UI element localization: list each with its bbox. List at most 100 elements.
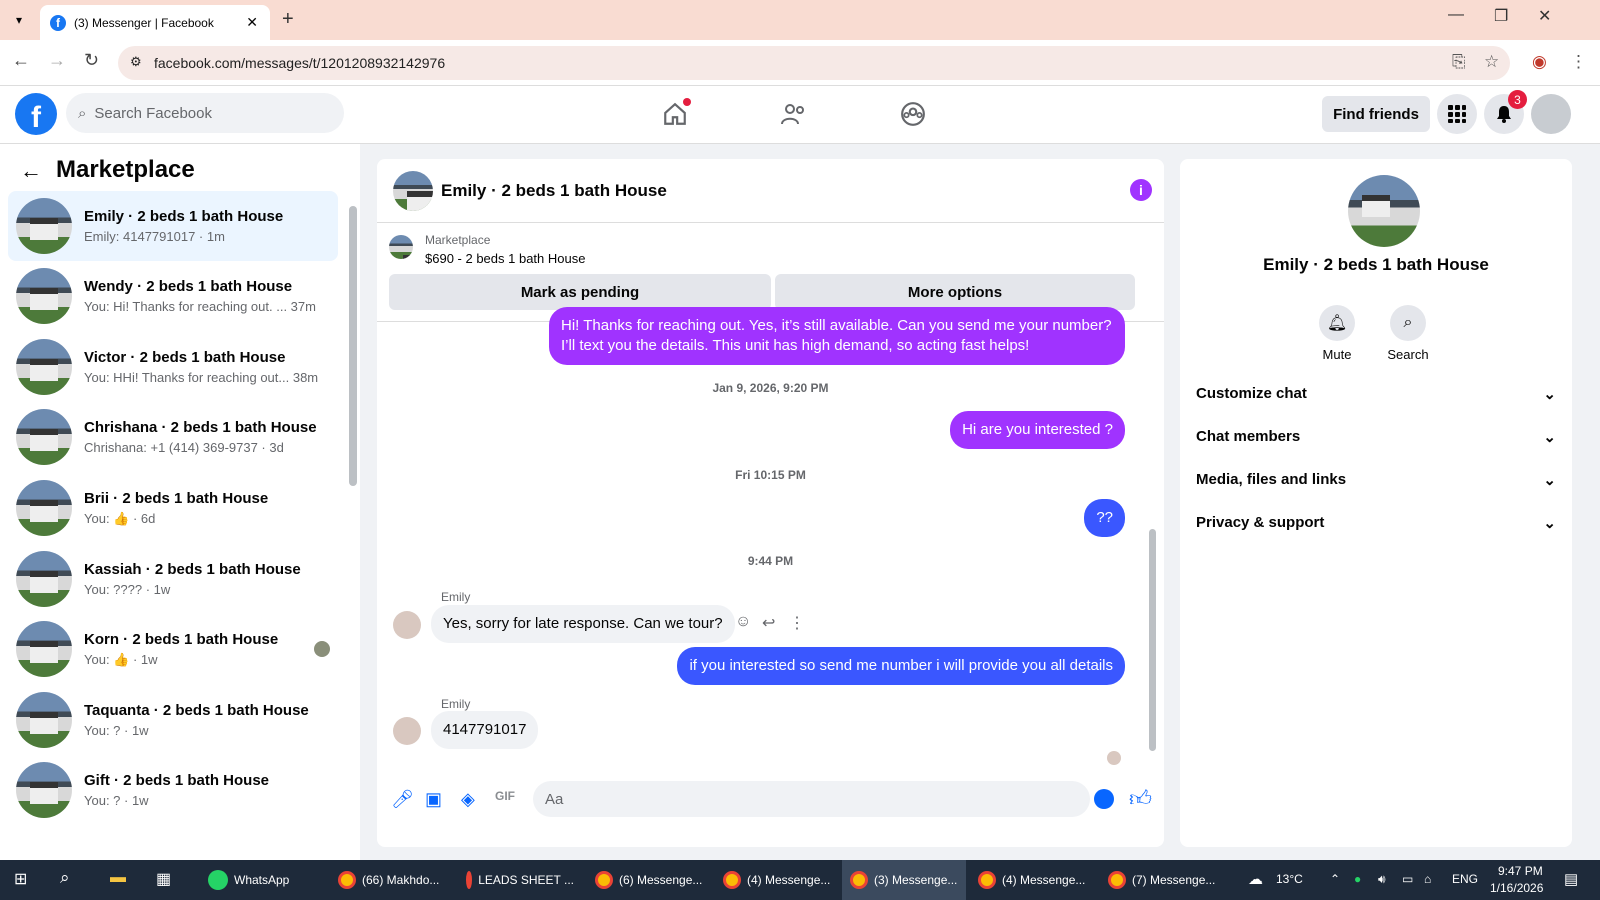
outgoing-message[interactable]: Hi! Thanks for reaching out. Yes, it’s s… <box>549 307 1125 365</box>
tray-chevron-icon[interactable]: ⌃ <box>1330 872 1340 886</box>
tab-search-icon[interactable]: ▾ <box>8 9 30 31</box>
taskbar-chrome-window[interactable]: (3) Messenge... <box>842 860 966 900</box>
home-nav-icon[interactable] <box>655 96 695 132</box>
mark-pending-button[interactable]: Mark as pending <box>389 274 771 310</box>
emily-avatar[interactable] <box>393 611 421 639</box>
network-icon[interactable]: ⌂ <box>1424 872 1431 886</box>
message-input[interactable]: Aa <box>533 781 1090 817</box>
conversation-preview: Chrishana: +1 (414) 369-9737 · 3d <box>84 440 284 455</box>
new-tab-button[interactable]: + <box>282 8 294 31</box>
close-window-icon[interactable]: ✕ <box>1538 6 1551 26</box>
conversation-item[interactable]: Brii · 2 beds 1 bath House You: 👍 · 6d <box>8 473 338 543</box>
taskbar-item-label: LEADS SHEET ... <box>478 873 574 887</box>
microphone-icon[interactable]: 🎤︎ <box>391 789 414 810</box>
tab-close-icon[interactable]: ✕ <box>246 14 258 31</box>
conversation-item[interactable]: Victor · 2 beds 1 bath House You: HHi! Th… <box>8 332 338 402</box>
chat-title[interactable]: Emily · 2 beds 1 bath House <box>441 181 667 201</box>
sticker-icon[interactable]: ◈ <box>461 789 475 810</box>
reload-icon[interactable]: ↻ <box>84 50 99 71</box>
sidebar-scrollbar[interactable] <box>349 206 357 486</box>
clock-date[interactable]: 1/16/2026 <box>1490 881 1543 895</box>
browser-menu-icon[interactable]: ⋮ <box>1570 52 1587 72</box>
weather-icon[interactable]: ☁ <box>1248 870 1263 888</box>
browser-tab[interactable]: f (3) Messenger | Facebook ✕ <box>40 5 270 40</box>
incoming-message[interactable]: Yes, sorry for late response. Can we tou… <box>431 605 735 643</box>
menu-grid-icon[interactable] <box>1437 94 1477 134</box>
minimize-icon[interactable]: — <box>1448 6 1464 24</box>
conversation-item[interactable]: Gift · 2 beds 1 bath House You: ? · 1w <box>8 755 338 825</box>
conversation-item[interactable]: Wendy · 2 beds 1 bath House You: Hi! Than… <box>8 261 338 331</box>
tray-whatsapp-icon[interactable]: ● <box>1354 872 1361 886</box>
back-arrow-icon[interactable]: ← <box>20 158 42 184</box>
outgoing-message[interactable]: if you interested so send me number i wi… <box>677 647 1125 685</box>
taskbar-chrome-window[interactable]: (4) Messenge... <box>970 860 1094 900</box>
language-indicator[interactable]: ENG <box>1452 872 1478 886</box>
taskbar-whatsapp[interactable]: WhatsApp <box>200 860 320 900</box>
mute-button[interactable]: 🔔︎ Mute <box>1307 305 1367 362</box>
chat-avatar[interactable] <box>393 170 433 211</box>
reply-icon[interactable]: ↩ <box>762 613 775 633</box>
search-icon[interactable]: ⌕ <box>60 868 70 888</box>
notification-center-icon[interactable]: ▤ <box>1564 870 1578 888</box>
groups-nav-icon[interactable] <box>893 96 933 132</box>
taskbar-item-label: (7) Messenge... <box>1132 873 1216 887</box>
more-actions-icon[interactable]: ⋮ <box>789 613 805 633</box>
search-chat-button[interactable]: ⌕ Search <box>1378 305 1438 362</box>
profile-icon[interactable]: ◉ <box>1532 52 1547 72</box>
account-avatar[interactable] <box>1531 94 1571 134</box>
outgoing-message[interactable]: ?? <box>1084 499 1125 537</box>
more-options-button[interactable]: More options <box>775 274 1135 310</box>
taskbar-chrome-window[interactable]: (7) Messenge... <box>1100 860 1224 900</box>
conversation-name: Gift · 2 beds 1 bath House <box>84 772 270 789</box>
taskbar-chrome-window[interactable]: (66) Makhdo... <box>330 860 454 900</box>
facebook-search-input[interactable]: ⌕ Search Facebook <box>66 93 344 133</box>
taskbar-chrome-window[interactable]: (6) Messenge... <box>587 860 711 900</box>
search-icon: ⌕ <box>1390 305 1426 341</box>
taskbar-chrome-window[interactable]: (4) Messenge... <box>715 860 839 900</box>
clock-time[interactable]: 9:47 PM <box>1498 864 1543 878</box>
restore-icon[interactable]: ❐ <box>1494 6 1508 26</box>
conversation-item[interactable]: Chrishana · 2 beds 1 bath House Chrishana… <box>8 402 338 472</box>
conversation-item[interactable]: Korn · 2 beds 1 bath House You: 👍 · 1w <box>8 614 338 684</box>
install-app-icon[interactable]: ⎘ <box>1452 52 1466 72</box>
windows-start-icon[interactable]: ⊞ <box>14 869 27 889</box>
home-notification-dot <box>683 98 691 106</box>
timestamp: 9:44 PM <box>747 554 794 568</box>
gif-icon[interactable]: GIF <box>495 789 515 803</box>
info-icon[interactable]: i <box>1130 179 1152 201</box>
facebook-logo-icon[interactable]: f <box>15 93 57 135</box>
conversation-item[interactable]: Kassiah · 2 beds 1 bath House You: ???? ·… <box>8 544 338 614</box>
row-label: Privacy & support <box>1196 514 1325 531</box>
conversation-preview: You: Hi! Thanks for reaching out. ... 37… <box>84 299 316 314</box>
privacy-support-row[interactable]: Privacy & support ⌄ <box>1196 514 1556 532</box>
conversation-text: Emily · 2 beds 1 bath House Emily: 414779… <box>84 208 283 244</box>
url-field[interactable]: ⚙ facebook.com/messages/t/12012089321429… <box>118 46 1510 80</box>
profile-avatar[interactable] <box>1348 175 1420 247</box>
forward-icon[interactable]: → <box>48 50 66 71</box>
thumbs-up-icon[interactable]: 👍︎ <box>1129 785 1152 812</box>
customize-chat-row[interactable]: Customize chat ⌄ <box>1196 385 1556 403</box>
friends-nav-icon[interactable] <box>774 96 814 132</box>
site-settings-icon[interactable]: ⚙ <box>130 54 142 70</box>
back-icon[interactable]: ← <box>12 50 30 71</box>
incoming-message[interactable]: 4147791017 <box>431 711 539 749</box>
calculator-icon[interactable]: ▦ <box>156 869 171 889</box>
outgoing-message[interactable]: Hi are you interested ? <box>950 411 1125 449</box>
emily-avatar[interactable] <box>393 717 421 745</box>
taskbar-chrome-window[interactable]: LEADS SHEET ... <box>458 860 582 900</box>
windows-taskbar: ⊞ ⌕ ▬ ▦ WhatsApp (66) Makhdo... LEADS SHEE… <box>0 860 1600 900</box>
conversation-name: Brii · 2 beds 1 bath House <box>84 489 269 507</box>
emoji-icon[interactable] <box>1094 789 1114 809</box>
photo-icon[interactable]: ▣ <box>425 789 442 810</box>
find-friends-button[interactable]: Find friends <box>1322 96 1430 132</box>
media-files-row[interactable]: Media, files and links ⌄ <box>1196 471 1556 489</box>
volume-icon[interactable]: 🔊︎ <box>1378 872 1386 887</box>
file-explorer-icon[interactable]: ▬ <box>110 869 126 887</box>
chat-members-row[interactable]: Chat members ⌄ <box>1196 428 1556 446</box>
battery-icon[interactable]: ▭ <box>1402 872 1413 886</box>
bookmark-star-icon[interactable]: ☆ <box>1484 52 1499 72</box>
conversation-item[interactable]: Emily · 2 beds 1 bath House Emily: 414779… <box>8 191 338 261</box>
react-icon[interactable]: ☺ <box>735 613 751 631</box>
conversation-item[interactable]: Taquanta · 2 beds 1 bath House You: ? · 1… <box>8 685 338 755</box>
chat-scrollbar[interactable] <box>1149 529 1156 751</box>
